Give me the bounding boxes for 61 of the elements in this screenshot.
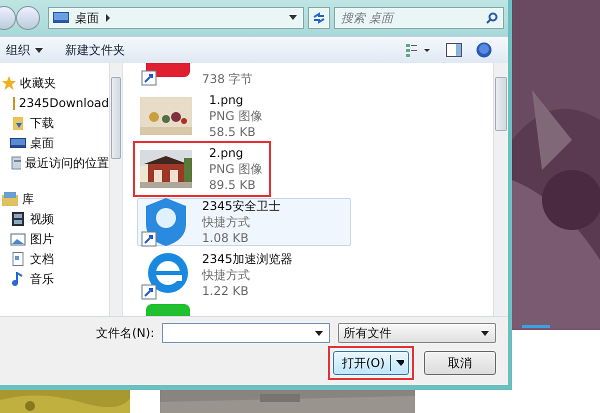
desktop-icon [53, 12, 69, 24]
sidebar-item[interactable]: 最近访问的位置 [0, 153, 109, 173]
file-name: 2345安全卫士 [202, 198, 281, 214]
sidebar-item[interactable]: 文档 [0, 249, 109, 269]
file-size: 89.5 KB [209, 177, 257, 193]
file-type-dropdown[interactable]: 所有文件 [338, 323, 496, 343]
filename-label: 文件名(N): [96, 324, 154, 342]
search-icon [486, 12, 498, 24]
caret-icon [396, 360, 404, 366]
file-item[interactable]: 1.png PNG 图像 58.5 KB [137, 92, 351, 140]
file-item[interactable]: 2345安全卫士 快捷方式 1.08 KB [137, 198, 351, 246]
sidebar-item[interactable]: 库 [0, 189, 109, 209]
file-name: 2.png [209, 145, 244, 161]
sidebar-item[interactable]: 图片 [0, 229, 109, 249]
caret-icon [315, 330, 324, 336]
file-type: 快捷方式 [202, 267, 251, 283]
sidebar-item[interactable]: 收藏夹 [0, 73, 109, 93]
folder-icon [10, 96, 15, 110]
file-name: 1.png [209, 92, 244, 108]
sidebar-item[interactable]: 视频 [0, 209, 109, 229]
refresh-icon [312, 12, 326, 24]
file-size: 1.22 KB [202, 283, 250, 299]
search-field[interactable]: 搜索 桌面 [334, 7, 504, 29]
file-name: 2345加速浏览器 [202, 251, 293, 267]
file-type: PNG 图像 [209, 161, 262, 177]
sidebar-item[interactable]: 下载 [0, 113, 109, 133]
preview-pane-icon[interactable] [446, 43, 462, 57]
open-button[interactable]: 打开(O) [333, 351, 409, 375]
refresh-button[interactable] [308, 7, 330, 29]
new-folder-button[interactable]: 新建文件夹 [61, 40, 129, 60]
sidebar-item[interactable]: 桌面 [0, 133, 109, 153]
cancel-button[interactable]: 取消 [424, 351, 496, 375]
view-options-icon[interactable] [406, 43, 432, 57]
file-size: 738 字节 [202, 71, 253, 87]
image-icon [10, 232, 26, 246]
file-size: 58.5 KB [209, 124, 257, 140]
file-item[interactable]: 738 字节 [137, 63, 351, 87]
sidebar-item[interactable]: 音乐 [0, 269, 109, 289]
organize-menu[interactable]: 组织 [2, 40, 47, 60]
filename-field[interactable] [162, 323, 330, 343]
video-icon [10, 212, 26, 226]
caret-icon [35, 48, 43, 52]
file-type: PNG 图像 [209, 108, 262, 124]
scrollbar[interactable] [493, 63, 508, 316]
library-icon [2, 192, 18, 206]
caret-icon [481, 330, 489, 336]
forward-button[interactable] [16, 6, 40, 30]
download-icon [10, 116, 26, 130]
dropdown-icon [289, 15, 297, 21]
star-icon [2, 76, 16, 90]
address-field[interactable]: 桌面 [48, 7, 304, 29]
file-type: 快捷方式 [202, 214, 251, 230]
file-item[interactable]: 2.png PNG 图像 89.5 KB [137, 145, 267, 193]
help-icon[interactable] [476, 42, 492, 58]
document-icon [10, 252, 26, 266]
file-item[interactable]: 2345加速浏览器 快捷方式 1.22 KB [137, 251, 351, 299]
chevron-icon [105, 14, 111, 22]
file-size: 1.08 KB [202, 230, 250, 246]
sidebar-item[interactable]: 2345Download [0, 93, 109, 113]
desktop-icon [10, 136, 26, 150]
scrollbar[interactable] [109, 63, 122, 316]
